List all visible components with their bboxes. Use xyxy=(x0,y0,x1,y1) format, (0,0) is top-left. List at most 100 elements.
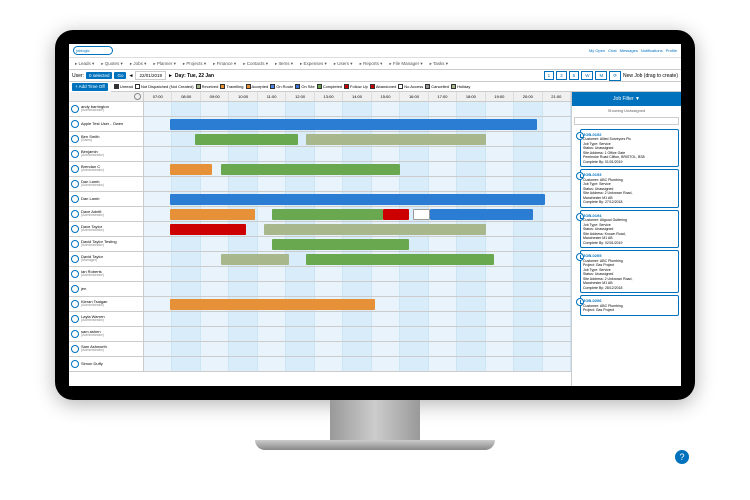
top-link[interactable]: Messages xyxy=(620,48,638,53)
job-card[interactable]: JOB-0194 Customer: Allgood GutteringJob … xyxy=(580,210,679,248)
user-cell[interactable]: David Taylor(Manager) xyxy=(69,252,144,266)
time-header-cell: 16:00 xyxy=(400,92,428,101)
time-header-cell: 07:00 xyxy=(144,92,172,101)
schedule-bar[interactable] xyxy=(170,119,537,130)
sidebar-title[interactable]: Job Filter ▼ xyxy=(572,92,681,106)
nav-item[interactable]: ▸ Reports ▾ xyxy=(357,60,386,68)
schedule-bar[interactable] xyxy=(170,164,213,175)
go-button[interactable]: Go xyxy=(114,72,126,79)
timeline[interactable] xyxy=(144,312,571,326)
user-cell[interactable]: Kieran Tsaigan(Administrator) xyxy=(69,297,144,311)
avatar-icon xyxy=(71,210,79,218)
timeline[interactable] xyxy=(144,222,571,236)
schedule-bar[interactable] xyxy=(170,209,255,220)
sidebar-search[interactable] xyxy=(574,117,679,125)
nav-item[interactable]: ▸ Leads ▾ xyxy=(72,60,97,68)
schedule-bar[interactable] xyxy=(195,134,297,145)
nav-item[interactable]: ▸ Finance ▾ xyxy=(210,60,239,68)
user-cell[interactable]: Dave Adnitt(Administrator) xyxy=(69,207,144,221)
nav-item[interactable]: ▸ Planner ▾ xyxy=(150,60,179,68)
nav-item[interactable]: ▸ Users ▾ xyxy=(331,60,356,68)
user-cell[interactable]: Layla Warren(Administrator) xyxy=(69,312,144,326)
user-cell[interactable]: sam ashen(Administrator) xyxy=(69,327,144,341)
user-cell[interactable]: Dave Taylor(Administrator) xyxy=(69,222,144,236)
view-3day[interactable]: 3 xyxy=(556,71,567,80)
timeline[interactable] xyxy=(144,342,571,356)
next-button[interactable]: ► xyxy=(168,73,173,79)
user-cell[interactable]: jen xyxy=(69,282,144,296)
timeline[interactable] xyxy=(144,147,571,161)
top-link[interactable]: Notifications xyxy=(641,48,663,53)
nav-item[interactable]: ▸ Tasks ▾ xyxy=(427,60,451,68)
add-time-off-button[interactable]: + Add Time Off xyxy=(72,83,108,91)
refresh-button[interactable]: ⟳ xyxy=(609,71,621,81)
user-row: Ian Roberts(Administrator) xyxy=(69,267,571,282)
selected-button[interactable]: 0 selected xyxy=(86,72,113,79)
timeline[interactable] xyxy=(144,132,571,146)
timeline[interactable] xyxy=(144,117,571,131)
search-icon[interactable] xyxy=(134,93,141,100)
user-cell[interactable]: andy barrington(Administrator) xyxy=(69,102,144,116)
timeline[interactable] xyxy=(144,207,571,221)
schedule-bar[interactable] xyxy=(221,254,289,265)
user-cell[interactable]: Simon Duffy xyxy=(69,357,144,371)
top-link[interactable]: Profile xyxy=(666,48,677,53)
schedule-bar[interactable] xyxy=(272,239,409,250)
schedule-bar[interactable] xyxy=(430,209,532,220)
nav-item[interactable]: ▸ File Manager ▾ xyxy=(386,60,425,68)
user-cell[interactable]: Brendan C(Administrator) xyxy=(69,162,144,176)
schedule-bar[interactable] xyxy=(264,224,486,235)
user-cell[interactable]: Dan Lamb(Administrator) xyxy=(69,177,144,191)
schedule-bar[interactable] xyxy=(383,209,409,220)
timeline[interactable] xyxy=(144,102,571,116)
user-cell[interactable]: David Taylor Testing(Administrator) xyxy=(69,237,144,251)
view-month[interactable]: M xyxy=(595,71,607,80)
schedule-bar[interactable] xyxy=(272,209,383,220)
prev-button[interactable]: ◄ xyxy=(128,73,133,79)
user-cell[interactable]: Apple Test User - Owen xyxy=(69,117,144,131)
schedule-bar[interactable] xyxy=(221,164,400,175)
time-header-cell: 17:00 xyxy=(429,92,457,101)
timeline[interactable] xyxy=(144,252,571,266)
nav-item[interactable]: ▸ Projects ▾ xyxy=(180,60,209,68)
timeline[interactable] xyxy=(144,192,571,206)
timeline[interactable] xyxy=(144,297,571,311)
nav-item[interactable]: ▸ Contacts ▾ xyxy=(240,60,271,68)
top-link[interactable]: My Open xyxy=(589,48,605,53)
timeline[interactable] xyxy=(144,237,571,251)
nav-item[interactable]: ▸ Items ▾ xyxy=(272,60,296,68)
timeline[interactable] xyxy=(144,267,571,281)
view-5day[interactable]: 5 xyxy=(569,71,580,80)
timeline[interactable] xyxy=(144,357,571,371)
avatar-icon xyxy=(71,195,79,203)
new-job-label[interactable]: New Job (drag to create) xyxy=(623,73,678,79)
nav-item[interactable]: ▸ Quotes ▾ xyxy=(98,60,126,68)
schedule-bar[interactable] xyxy=(170,224,247,235)
nav-item[interactable]: ▸ Jobs ▾ xyxy=(127,60,150,68)
user-cell[interactable]: Sam Ashworth(Administrator) xyxy=(69,342,144,356)
schedule-bar[interactable] xyxy=(306,134,485,145)
job-card[interactable]: JOB-0206 Customer: ABC PlumbingProject: … xyxy=(580,295,679,315)
timeline[interactable] xyxy=(144,282,571,296)
view-week[interactable]: W xyxy=(581,71,593,80)
time-header-cell: 12:00 xyxy=(286,92,314,101)
top-link[interactable]: Chat xyxy=(608,48,616,53)
user-cell[interactable]: Dan Lamb xyxy=(69,192,144,206)
avatar-icon xyxy=(71,330,79,338)
user-cell[interactable]: Benjamin(Administrator) xyxy=(69,147,144,161)
timeline[interactable] xyxy=(144,327,571,341)
date-input[interactable]: 22/01/2019 xyxy=(135,71,166,80)
job-card[interactable]: JOB-0205 Customer: ABC PlumbingProject: … xyxy=(580,250,679,293)
user-cell[interactable]: Ian Roberts(Administrator) xyxy=(69,267,144,281)
schedule-bar[interactable] xyxy=(413,209,430,220)
timeline[interactable] xyxy=(144,162,571,176)
job-card[interactable]: JOB-0193 Customer: ABC PlumbingJob Type:… xyxy=(580,169,679,207)
schedule-bar[interactable] xyxy=(170,194,546,205)
user-cell[interactable]: Ben Smith(Sales) xyxy=(69,132,144,146)
schedule-bar[interactable] xyxy=(306,254,494,265)
nav-item[interactable]: ▸ Expenses ▾ xyxy=(297,60,330,68)
job-card[interactable]: JOB-0192 Customer: Allied Surveyors PlcJ… xyxy=(580,129,679,167)
schedule-bar[interactable] xyxy=(170,299,375,310)
timeline[interactable] xyxy=(144,177,571,191)
view-day[interactable]: 1 xyxy=(544,71,555,80)
